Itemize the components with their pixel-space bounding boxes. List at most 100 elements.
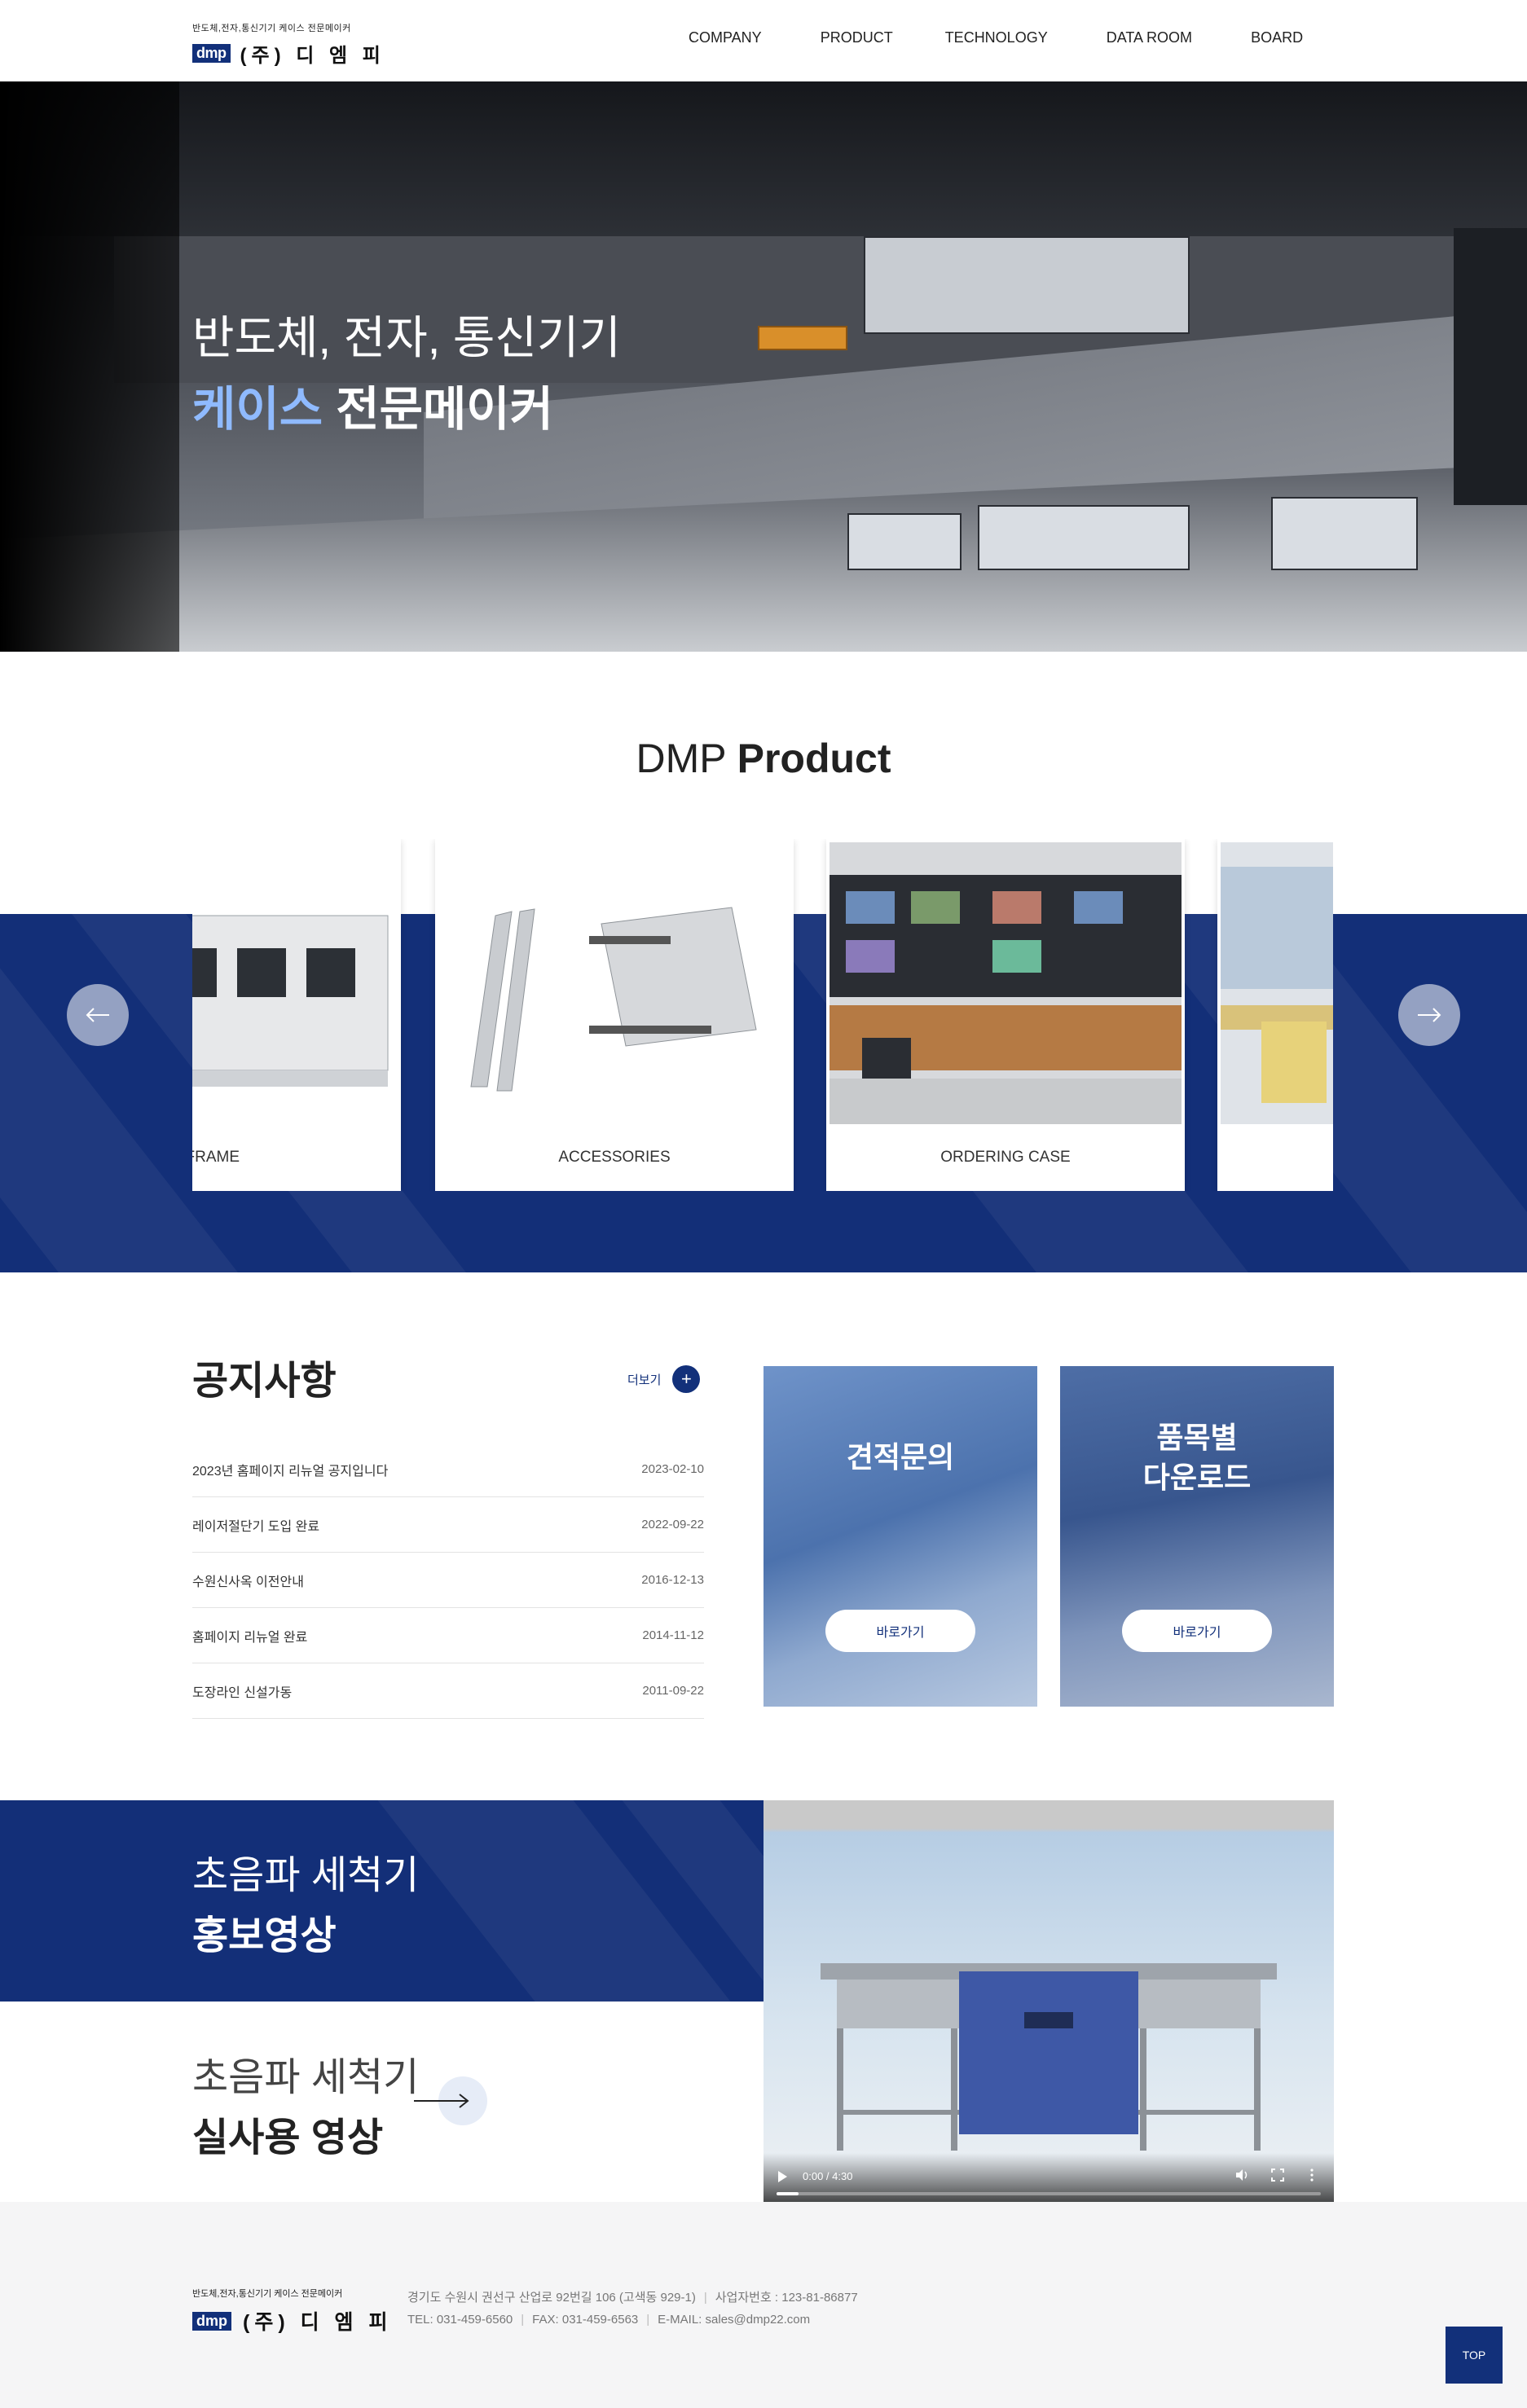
estimate-title: 견적문의 <box>846 1440 955 1474</box>
notice-more-label: 더보기 <box>627 1373 662 1387</box>
footer-separator: | <box>521 2313 525 2327</box>
estimate-box[interactable]: 견적문의 바로가기 <box>764 1366 1037 1707</box>
notice-list: 2023년 홈페이지 리뉴얼 공지입니다 2023-02-10 레이저절단기 도입… <box>192 1442 704 1719</box>
product-card-ordering-case[interactable]: ORDERING CASE <box>826 839 1185 1191</box>
hero-panel <box>864 236 1190 334</box>
estimate-go-button[interactable]: 바로가기 <box>825 1610 975 1652</box>
notice-title: 공지사항 <box>192 1360 337 1403</box>
promo-title-line2: 홍보영상 <box>192 1914 337 1958</box>
nav-technology[interactable]: TECHNOLOGY <box>945 29 1048 46</box>
video-progress-bar[interactable] <box>777 2192 1321 2195</box>
nav-company[interactable]: COMPANY <box>689 29 762 46</box>
product-image-partial <box>1221 842 1333 1124</box>
product-carousel: FRAME ACCESSORIES <box>192 839 1333 1191</box>
site-header: 반도체,전자,통신기기 케이스 전문메이커 dmp (주) 디 엠 피 COMP… <box>0 0 1527 81</box>
volume-icon[interactable] <box>1234 2168 1249 2182</box>
download-go-button[interactable]: 바로가기 <box>1122 1610 1272 1652</box>
carousel-prev-button[interactable] <box>67 984 129 1046</box>
hero-panel <box>978 505 1190 570</box>
nav-board[interactable]: BOARD <box>1251 29 1303 46</box>
more-vertical-icon[interactable] <box>1305 2168 1319 2182</box>
hero-banner: 반도체, 전자, 통신기기 케이스 전문메이커 <box>0 81 1527 652</box>
product-label-ordering-case: ORDERING CASE <box>940 1149 1071 1166</box>
hero-panel <box>847 513 962 570</box>
product-card-partial[interactable] <box>1217 839 1333 1191</box>
notice-item-title: 수원신사옥 이전안내 <box>192 1575 304 1589</box>
footer-email: E-MAIL: sales@dmp22.com <box>658 2313 811 2327</box>
arrow-right-icon[interactable] <box>411 2076 492 2126</box>
footer-logo-mark: dmp (주) 디 엠 피 <box>192 2306 393 2335</box>
promo-video-title: 초음파 세척기 홍보영상 <box>192 1843 419 1960</box>
logo-dmp-mark: dmp <box>192 44 231 63</box>
footer-logo-tagline: 반도체,전자,통신기기 케이스 전문메이커 <box>192 2289 343 2299</box>
product-image-ordering-case <box>830 842 1182 1124</box>
hero-title-line2: 케이스 전문메이커 <box>192 371 621 439</box>
hero-right-screen <box>1454 228 1527 505</box>
video-player[interactable]: 0:00 / 4:30 <box>764 1800 1334 2202</box>
download-box[interactable]: 품목별 다운로드 바로가기 <box>1060 1366 1334 1707</box>
hero-panel <box>758 326 847 350</box>
notice-item[interactable]: 2023년 홈페이지 리뉴얼 공지입니다 2023-02-10 <box>192 1442 704 1497</box>
estimate-keyboard-image <box>764 1366 1037 1707</box>
hero-ceiling <box>0 81 1527 236</box>
footer-address: 경기도 수원시 권선구 산업로 92번길 106 (고색동 929-1) <box>407 2291 696 2305</box>
logo-mark: dmp (주) 디 엠 피 <box>192 39 381 68</box>
notice-item-title: 홈페이지 리뉴얼 완료 <box>192 1630 308 1645</box>
footer-tel: TEL: 031-459-6560 <box>407 2313 513 2327</box>
product-title-light: DMP <box>636 736 737 781</box>
notice-item[interactable]: 도장라인 신설가동 2011-09-22 <box>192 1663 704 1719</box>
product-image-frame <box>192 842 398 1124</box>
hero-left-shade <box>0 81 179 652</box>
carousel-next-button[interactable] <box>1398 984 1460 1046</box>
product-section-title: DMP Product <box>0 735 1527 782</box>
hero-title-line1: 반도체, 전자, 통신기기 <box>192 312 621 363</box>
hero-title: 반도체, 전자, 통신기기 케이스 전문메이커 <box>192 301 621 439</box>
download-title-line2: 다운로드 <box>1142 1460 1252 1494</box>
footer-info-row2: TEL: 031-459-6560 | FAX: 031-459-6563 | E-MA… <box>407 2309 858 2331</box>
footer-logo[interactable]: 반도체,전자,통신기기 케이스 전문메이커 dmp (주) 디 엠 피 <box>192 2287 393 2335</box>
real-video-title[interactable]: 초음파 세척기 실사용 영상 <box>192 2045 419 2162</box>
footer-fax: FAX: 031-459-6563 <box>532 2313 639 2327</box>
notice-item-date: 2016-12-13 <box>641 1573 704 1587</box>
product-card-frame[interactable]: FRAME <box>192 839 401 1191</box>
site-logo[interactable]: 반도체,전자,통신기기 케이스 전문메이커 dmp (주) 디 엠 피 <box>192 21 381 67</box>
footer-company-name: (주) 디 엠 피 <box>243 2311 393 2334</box>
notice-item-date: 2022-09-22 <box>641 1518 704 1531</box>
logo-company-name: (주) 디 엠 피 <box>240 45 385 67</box>
product-title-bold: Product <box>737 736 891 781</box>
video-progress-fill <box>777 2192 799 2195</box>
nav-product[interactable]: PRODUCT <box>821 29 893 46</box>
notice-item[interactable]: 레이저절단기 도입 완료 2022-09-22 <box>192 1497 704 1553</box>
arrow-right-icon <box>1418 1008 1441 1022</box>
notice-item-title: 2023년 홈페이지 리뉴얼 공지입니다 <box>192 1464 389 1479</box>
promo-title-line1: 초음파 세척기 <box>192 1854 420 1897</box>
nav-data-room[interactable]: DATA ROOM <box>1107 29 1192 46</box>
main-nav: COMPANY PRODUCT TECHNOLOGY DATA ROOM BOA… <box>689 29 1362 46</box>
hero-title-rest: 전문메이커 <box>323 383 554 436</box>
notice-item[interactable]: 홈페이지 리뉴얼 완료 2014-11-12 <box>192 1608 704 1663</box>
play-icon[interactable] <box>778 2171 787 2182</box>
plus-icon: + <box>672 1365 701 1393</box>
arrow-left-icon <box>86 1008 109 1022</box>
notice-item-date: 2023-02-10 <box>641 1462 704 1476</box>
footer-info: 경기도 수원시 권선구 산업로 92번길 106 (고색동 929-1) | 사업자… <box>407 2287 858 2331</box>
scroll-top-button[interactable]: TOP <box>1446 2327 1503 2384</box>
footer-info-row1: 경기도 수원시 권선구 산업로 92번길 106 (고색동 929-1) | 사업자… <box>407 2287 858 2309</box>
product-card-accessories[interactable]: ACCESSORIES <box>435 839 794 1191</box>
hero-title-accent: 케이스 <box>192 383 323 436</box>
download-title: 품목별 다운로드 <box>1060 1418 1334 1497</box>
notice-item-date: 2011-09-22 <box>642 1684 704 1698</box>
real-title-line1: 초음파 세척기 <box>192 2056 420 2099</box>
notice-item-date: 2014-11-12 <box>642 1628 704 1642</box>
notice-item-title: 레이저절단기 도입 완료 <box>192 1519 320 1534</box>
fullscreen-icon[interactable] <box>1270 2168 1285 2182</box>
product-label-frame: FRAME <box>192 1149 240 1166</box>
video-time: 0:00 / 4:30 <box>803 2170 853 2182</box>
notice-more-link[interactable]: 더보기 + <box>627 1365 701 1393</box>
video-controls: 0:00 / 4:30 <box>764 2153 1334 2202</box>
notice-item[interactable]: 수원신사옥 이전안내 2016-12-13 <box>192 1553 704 1608</box>
product-image-accessories <box>438 842 790 1124</box>
product-label-accessories: ACCESSORIES <box>558 1149 671 1166</box>
footer-business-no: 사업자번호 : 123-81-86877 <box>715 2291 858 2305</box>
footer-dmp-mark: dmp <box>192 2311 231 2331</box>
